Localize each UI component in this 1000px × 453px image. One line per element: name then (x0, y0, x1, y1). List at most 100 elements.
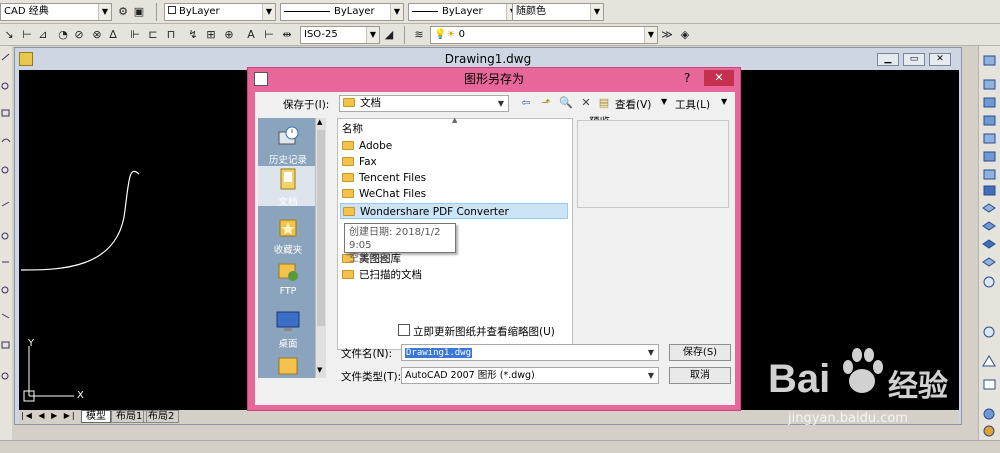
close-button[interactable]: ✕ (929, 53, 951, 66)
tab-layout1[interactable]: 布局1 (111, 410, 148, 423)
tab-nav-arrows[interactable]: |◀ ◀ ▶ ▶| (21, 411, 77, 420)
left-tool-icons[interactable] (0, 46, 12, 446)
chevron-down-icon: ▼ (497, 99, 505, 108)
chevron-down-icon: ▼ (366, 27, 379, 43)
quick-dim-icon[interactable]: ⊩ (128, 28, 142, 42)
layer-previous-icon[interactable]: ◈ (678, 28, 692, 42)
chevron-down-icon: ▼ (661, 97, 668, 106)
continue-icon[interactable]: ⊓ (164, 28, 178, 42)
color-value: ByLayer (179, 6, 220, 17)
save-button[interactable]: 保存(S) (669, 344, 731, 361)
tools-menu[interactable]: 工具(L) (675, 97, 710, 112)
tab-layout2[interactable]: 布局2 (143, 410, 180, 423)
make-current-icon[interactable]: ≫ (660, 28, 674, 42)
restore-button[interactable]: ▭ (903, 53, 925, 66)
dim-radius-icon[interactable]: ◔ (56, 28, 70, 42)
tab-model[interactable]: 模型 (81, 410, 111, 423)
list-item[interactable]: Tencent Files (340, 170, 568, 186)
scroll-thumb[interactable] (317, 130, 325, 326)
places-scrollbar[interactable]: ▲ ▼ (315, 118, 326, 378)
file-name: WeChat Files (359, 188, 427, 200)
customize-icon[interactable]: ▣ (132, 5, 146, 19)
delete-icon[interactable]: ✕ (579, 96, 593, 110)
tolerance-icon[interactable]: ⊞ (204, 28, 218, 42)
save-in-select[interactable]: 文档 ▼ (339, 95, 509, 112)
filename-input[interactable]: Drawing1.dwg ▼ (401, 344, 659, 361)
right-tool-icons[interactable] (979, 46, 1000, 446)
arrow-icon[interactable]: ↘ (2, 28, 16, 42)
layer-control[interactable]: 💡☀ 0 ▼ (430, 26, 658, 44)
list-item[interactable]: Adobe (340, 138, 568, 154)
dim-update-icon[interactable]: ⇹ (280, 28, 294, 42)
dim-linear-icon[interactable]: ⊢ (20, 28, 34, 42)
linetype-line-icon (284, 10, 330, 12)
name-column-header[interactable]: 名称 (342, 121, 363, 136)
filetype-select[interactable]: AutoCAD 2007 图形 (*.dwg) ▼ (401, 367, 659, 384)
ucs-icon (23, 346, 74, 402)
dim-edit-icon[interactable]: A (244, 28, 258, 42)
dimstyle-control[interactable]: ISO-25 ▼ (300, 26, 380, 44)
save-in-label: 保存于(I): (283, 99, 330, 111)
list-item[interactable]: Fax (340, 154, 568, 170)
filename-label: 文件名(N): (341, 348, 393, 360)
workspace-settings-icon[interactable]: ⚙ (116, 5, 130, 19)
cancel-button[interactable]: 取消 (669, 367, 731, 384)
ucs-y-label: Y (28, 338, 35, 349)
update-thumbnail-checkbox[interactable] (398, 324, 410, 336)
scroll-up-icon[interactable]: ▲ (317, 118, 322, 126)
update-thumbnail-label: 立即更新图纸并查看缩略图(U) (413, 326, 555, 338)
dim-ordinate-icon[interactable]: ⊿ (36, 28, 50, 42)
dim-text-edit-icon[interactable]: ⊢ (262, 28, 276, 42)
lineweight-control[interactable]: ByLayer ▼ (408, 3, 520, 21)
minimize-button[interactable]: ▁ (877, 53, 899, 66)
place-desktop[interactable]: 桌面 (258, 308, 318, 350)
right-modify-toolbar (978, 46, 1000, 446)
workspace-select[interactable]: CAD 经典 ▼ (0, 3, 112, 21)
place-favorites[interactable]: 收藏夹 (258, 214, 318, 256)
folder-tooltip: 创建日期: 2018/1/2 9:05 空文件夹 (344, 223, 456, 264)
place-favorites-label: 收藏夹 (273, 245, 303, 256)
layer-state-icons: 💡☀ (434, 29, 456, 40)
dim-jogged-icon[interactable]: ⊘ (72, 28, 86, 42)
place-ftp[interactable]: FTP (258, 258, 318, 297)
separator (156, 3, 157, 21)
views-menu[interactable]: 查看(V) (615, 97, 651, 112)
folder-icon (342, 156, 354, 166)
list-item[interactable]: 已扫描的文档 (340, 267, 568, 283)
leader-icon[interactable]: ↯ (186, 28, 200, 42)
ucs-x-label: X (77, 390, 84, 401)
dialog-title: 图形另存为 (463, 72, 524, 86)
save-as-dialog: 图形另存为 ? ✕ 保存于(I): 文档 ▼ ⇦ ⬏ 🔍 ✕ ▤ 查看(V) ▼… (247, 67, 741, 411)
history-icon (278, 126, 299, 145)
layer-properties-icon[interactable]: ≋ (412, 28, 426, 42)
plotstyle-control[interactable]: 随颜色 ▼ (512, 3, 604, 21)
scroll-down-icon[interactable]: ▼ (317, 366, 322, 374)
linetype-control[interactable]: ByLayer ▼ (280, 3, 404, 21)
place-documents-label: 文档 (278, 197, 298, 208)
list-item[interactable]: WeChat Files (340, 186, 568, 202)
color-control[interactable]: ByLayer ▼ (164, 3, 276, 21)
place-more[interactable] (258, 352, 318, 380)
dim-diameter-icon[interactable]: ⊗ (90, 28, 104, 42)
filename-value: Drawing1.dwg (405, 348, 473, 358)
file-name: Tencent Files (359, 172, 427, 184)
help-button[interactable]: ? (684, 71, 690, 85)
center-mark-icon[interactable]: ⊕ (222, 28, 236, 42)
up-folder-icon[interactable]: ⬏ (539, 96, 553, 110)
list-item-selected[interactable]: Wondershare PDF Converter (340, 203, 568, 219)
dialog-close-button[interactable]: ✕ (704, 70, 734, 86)
place-desktop-label: 桌面 (278, 339, 298, 350)
place-documents[interactable]: 文档 (258, 166, 318, 208)
file-list: 名称 ▲ Adobe Fax Tencent Files WeChat File… (337, 116, 573, 350)
new-folder-icon[interactable]: ▤ (597, 96, 611, 110)
baseline-icon[interactable]: ⊏ (146, 28, 160, 42)
watermark-jingyan: 经验 (888, 369, 948, 404)
place-history[interactable]: 历史记录 (258, 124, 318, 166)
back-icon[interactable]: ⇦ (519, 96, 533, 110)
dimstyle-manager-icon[interactable]: ◢ (382, 28, 396, 42)
chevron-down-icon: ▼ (590, 4, 603, 20)
baidu-watermark: Bai 经验 jingyan.baidu.com (768, 345, 968, 435)
search-icon[interactable]: 🔍 (559, 96, 573, 110)
chevron-down-icon: ▼ (721, 97, 728, 106)
dim-angular-icon[interactable]: ∆ (106, 28, 120, 42)
